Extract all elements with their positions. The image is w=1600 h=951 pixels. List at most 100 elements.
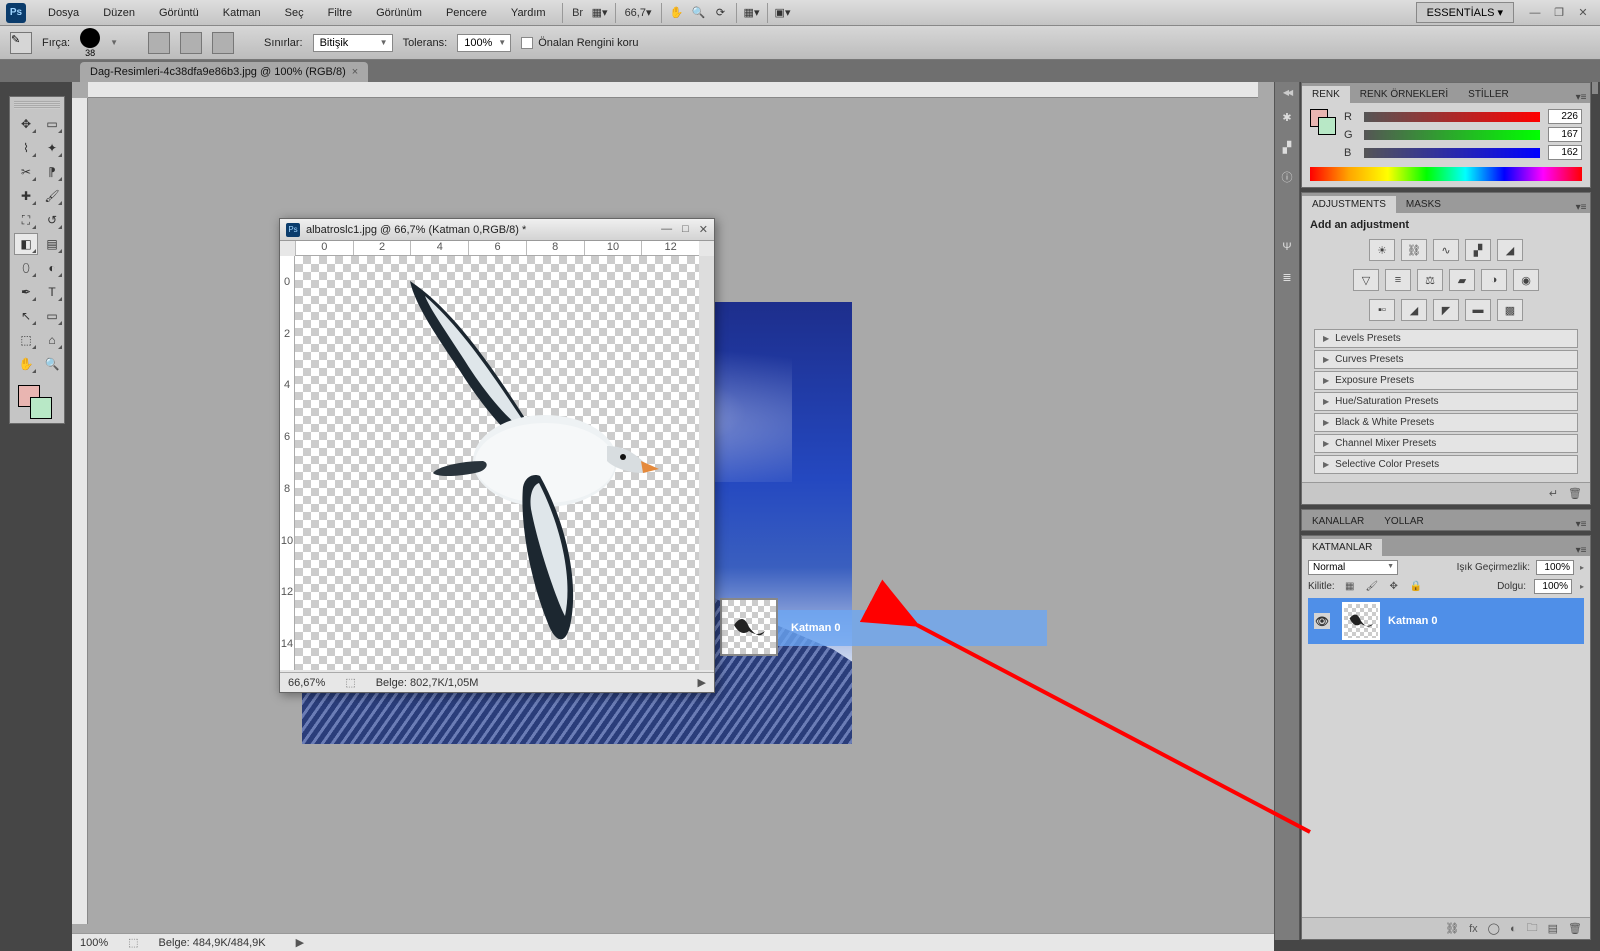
- float-zoom-value[interactable]: 66,67%: [288, 677, 325, 689]
- r-value[interactable]: 226: [1548, 109, 1582, 124]
- panel-grip[interactable]: [14, 101, 60, 109]
- g-value[interactable]: 167: [1548, 127, 1582, 142]
- shape-tool[interactable]: ▭: [40, 305, 64, 327]
- rotate-view-icon[interactable]: ⟳: [710, 2, 732, 24]
- type-tool[interactable]: T: [40, 281, 64, 303]
- info-icon[interactable]: ⓘ: [1277, 167, 1297, 187]
- window-close-icon[interactable]: ✕: [1574, 6, 1592, 20]
- adj-levels-icon[interactable]: ⛓: [1401, 239, 1427, 261]
- main-zoom-value[interactable]: 100%: [80, 937, 108, 949]
- crop-tool[interactable]: ✂: [14, 161, 38, 183]
- opacity-flyout-icon[interactable]: ▸: [1580, 563, 1584, 572]
- lock-position-icon[interactable]: ✥: [1387, 580, 1401, 594]
- adj-invert-icon[interactable]: ▪▫: [1369, 299, 1395, 321]
- close-tab-icon[interactable]: ×: [352, 66, 358, 78]
- fill-flyout-icon[interactable]: ▸: [1580, 582, 1584, 591]
- b-value[interactable]: 162: [1548, 145, 1582, 160]
- 3d-camera-tool[interactable]: ⌂: [40, 329, 64, 351]
- adj-curves-icon[interactable]: ∿: [1433, 239, 1459, 261]
- current-tool-icon[interactable]: ✎: [10, 32, 32, 54]
- adj-bw-icon[interactable]: ⚖: [1417, 269, 1443, 291]
- preset-selectivecolor[interactable]: Selective Color Presets: [1314, 455, 1578, 474]
- menu-select[interactable]: Seç: [273, 3, 316, 23]
- adj-brightness-icon[interactable]: ☀: [1369, 239, 1395, 261]
- menu-view[interactable]: Görünüm: [364, 3, 434, 23]
- menu-help[interactable]: Yardım: [499, 3, 558, 23]
- spectrum-ramp[interactable]: [1310, 167, 1582, 181]
- preset-hue[interactable]: Hue/Saturation Presets: [1314, 392, 1578, 411]
- protect-fg-checkbox[interactable]: [521, 37, 533, 49]
- stamp-tool[interactable]: ⛶: [14, 209, 38, 231]
- tab-swatches[interactable]: RENK ÖRNEKLERİ: [1350, 86, 1458, 103]
- adj-exposure-icon[interactable]: ▞: [1465, 239, 1491, 261]
- marquee-tool[interactable]: ▭: [40, 113, 64, 135]
- brush-preset-picker[interactable]: 38: [80, 28, 100, 58]
- b-slider[interactable]: [1364, 148, 1540, 158]
- document-tab[interactable]: Dag-Resimleri-4c38dfa9e86b3.jpg @ 100% (…: [80, 62, 368, 82]
- collapsed-panel-strip[interactable]: ✱ ▞ ⓘ Ψ ≣: [1274, 82, 1300, 940]
- healing-tool[interactable]: ✚: [14, 185, 38, 207]
- float-minimize-icon[interactable]: —: [661, 223, 672, 236]
- eraser-tool[interactable]: ◧: [14, 233, 38, 255]
- menu-window[interactable]: Pencere: [434, 3, 499, 23]
- character-icon[interactable]: Ψ: [1277, 237, 1297, 257]
- path-select-tool[interactable]: ↖: [14, 305, 38, 327]
- color-panel-swatch[interactable]: [1310, 109, 1334, 133]
- g-slider[interactable]: [1364, 130, 1540, 140]
- pen-tool[interactable]: ✒: [14, 281, 38, 303]
- layer-row[interactable]: 👁 Katman 0: [1308, 598, 1584, 644]
- adj-trash-icon[interactable]: 🗑: [1568, 487, 1582, 500]
- sampling-once-icon[interactable]: [180, 32, 202, 54]
- tab-channels[interactable]: KANALLAR: [1302, 513, 1374, 530]
- new-group-icon[interactable]: 🗀: [1527, 919, 1538, 938]
- menu-image[interactable]: Görüntü: [147, 3, 211, 23]
- sampling-continuous-icon[interactable]: [148, 32, 170, 54]
- preset-curves[interactable]: Curves Presets: [1314, 350, 1578, 369]
- link-layers-icon[interactable]: ⛓: [1445, 922, 1459, 935]
- adj-hue-icon[interactable]: ▽: [1353, 269, 1379, 291]
- window-restore-icon[interactable]: ❐: [1550, 6, 1568, 20]
- menu-edit[interactable]: Düzen: [91, 3, 147, 23]
- adj-colorbalance-icon[interactable]: ≡: [1385, 269, 1411, 291]
- lasso-tool[interactable]: ⌇: [14, 137, 38, 159]
- preset-bw[interactable]: Black & White Presets: [1314, 413, 1578, 432]
- hand-tool[interactable]: ✋: [14, 353, 38, 375]
- float-maximize-icon[interactable]: □: [682, 223, 689, 236]
- layer-name[interactable]: Katman 0: [1388, 615, 1438, 627]
- histogram-icon[interactable]: ▞: [1277, 137, 1297, 157]
- float-scroll-right-icon[interactable]: ▶: [698, 676, 706, 689]
- workspace-switcher[interactable]: ESSENTİALS ▾: [1416, 2, 1514, 23]
- hand-icon[interactable]: ✋: [666, 2, 688, 24]
- adj-gradientmap-icon[interactable]: ▬: [1465, 299, 1491, 321]
- preset-levels[interactable]: Levels Presets: [1314, 329, 1578, 348]
- move-tool[interactable]: ✥: [14, 113, 38, 135]
- r-slider[interactable]: [1364, 112, 1540, 122]
- menu-filter[interactable]: Filtre: [316, 3, 364, 23]
- preset-channelmixer[interactable]: Channel Mixer Presets: [1314, 434, 1578, 453]
- dodge-tool[interactable]: ◐: [40, 257, 64, 279]
- adj-clip-icon[interactable]: ↵: [1549, 487, 1558, 500]
- right-collapse-grip[interactable]: [1592, 82, 1598, 94]
- floating-window-titlebar[interactable]: Ps albatroslc1.jpg @ 66,7% (Katman 0,RGB…: [280, 219, 714, 241]
- navigator-icon[interactable]: ✱: [1277, 107, 1297, 127]
- float-close-icon[interactable]: ✕: [699, 223, 708, 236]
- zoom-tool[interactable]: 🔍: [40, 353, 64, 375]
- lock-pixels-icon[interactable]: 🖌: [1365, 580, 1379, 594]
- tab-adjustments[interactable]: ADJUSTMENTS: [1302, 196, 1396, 213]
- floating-canvas[interactable]: [295, 256, 699, 670]
- floating-document-window[interactable]: Ps albatroslc1.jpg @ 66,7% (Katman 0,RGB…: [279, 218, 715, 693]
- zoom-icon[interactable]: 🔍: [688, 2, 710, 24]
- arrange-icon[interactable]: ▦▾: [741, 2, 763, 24]
- adj-lut-icon[interactable]: ▩: [1497, 299, 1523, 321]
- main-scroll-right-icon[interactable]: ▶: [296, 936, 304, 949]
- tab-styles[interactable]: STİLLER: [1458, 86, 1519, 103]
- opacity-value[interactable]: 100%: [1536, 560, 1574, 575]
- screen-mode-icon[interactable]: ▣▾: [772, 2, 794, 24]
- delete-layer-icon[interactable]: 🗑: [1568, 922, 1582, 935]
- layer-thumbnail[interactable]: [1342, 602, 1380, 640]
- adj-photofilter-icon[interactable]: ▰: [1449, 269, 1475, 291]
- new-adjustment-layer-icon[interactable]: ◐: [1510, 923, 1517, 935]
- blur-tool[interactable]: ⬯: [14, 257, 38, 279]
- quick-select-tool[interactable]: ✦: [40, 137, 64, 159]
- eyedropper-tool[interactable]: ⁋: [40, 161, 64, 183]
